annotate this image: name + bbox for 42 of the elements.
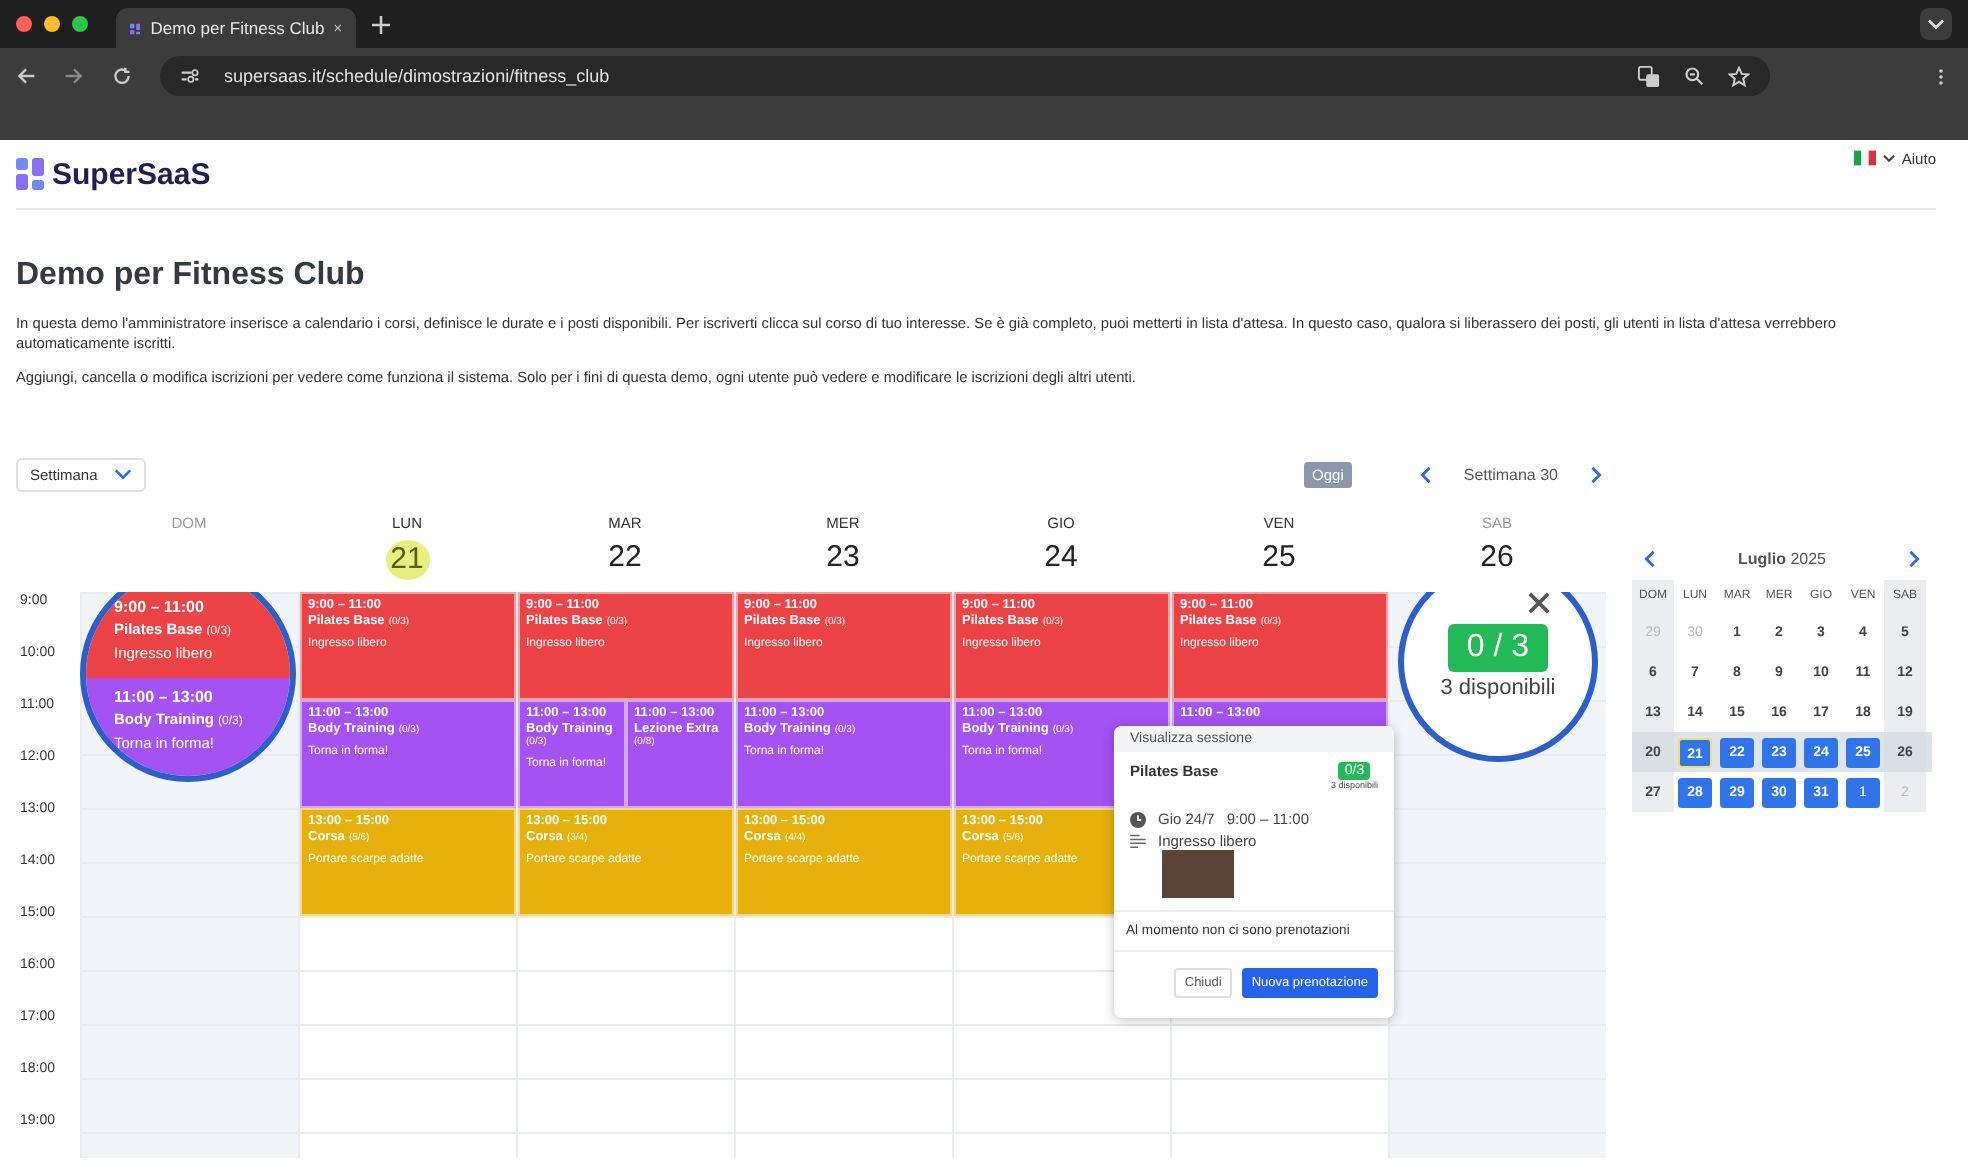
day-number: 26 xyxy=(1478,540,1516,574)
site-settings-icon[interactable] xyxy=(180,66,200,86)
day-number: 21 xyxy=(385,540,429,580)
week-label: Settimana 30 xyxy=(1463,465,1558,483)
bookmark-star-icon[interactable] xyxy=(1728,65,1750,87)
back-icon[interactable] xyxy=(16,66,36,86)
chevron-down-icon xyxy=(113,468,132,480)
event-time: 9:00 – 11:00 xyxy=(114,598,204,616)
close-tab-icon[interactable] xyxy=(334,20,342,36)
month-label: Luglio 2025 xyxy=(1737,549,1827,567)
description-icon xyxy=(1130,834,1146,848)
page-title: Demo per Fitness Club xyxy=(16,258,367,294)
browser-tab[interactable]: Demo per Fitness Club xyxy=(116,8,356,48)
previous-week-icon[interactable] xyxy=(1419,465,1432,483)
address-field[interactable]: supersaas.it/schedule/dimostrazioni/fitness_club xyxy=(160,56,1770,96)
flag-icon[interactable] xyxy=(1853,150,1876,166)
day-number: 23 xyxy=(824,540,862,574)
zoom-icon[interactable] xyxy=(1684,66,1704,86)
forward-icon[interactable] xyxy=(64,66,84,86)
capacity-badge: 0 / 3 xyxy=(1448,624,1548,672)
clock-icon xyxy=(1130,811,1146,827)
day-number: 25 xyxy=(1260,540,1298,574)
new-tab-icon[interactable] xyxy=(372,15,390,33)
day-number: 22 xyxy=(606,540,644,574)
translate-icon[interactable] xyxy=(1638,65,1660,87)
reload-icon[interactable] xyxy=(112,66,132,86)
day-number: 24 xyxy=(1042,540,1080,574)
previous-month-icon[interactable] xyxy=(1644,549,1656,567)
minimize-window-icon[interactable] xyxy=(44,16,60,32)
tab-list-icon[interactable] xyxy=(1920,8,1952,40)
logo-icon xyxy=(16,158,44,190)
photo-placeholder xyxy=(1162,850,1234,898)
next-week-icon[interactable] xyxy=(1590,465,1602,483)
logo-text[interactable]: SuperSaaS xyxy=(52,157,211,191)
caret-icon[interactable] xyxy=(1881,153,1896,163)
next-month-icon[interactable] xyxy=(1908,549,1920,567)
close-icon[interactable] xyxy=(1527,592,1549,614)
event-time: 11:00 – 13:00 xyxy=(114,688,213,707)
maximize-window-icon[interactable] xyxy=(72,16,88,32)
more-menu-icon[interactable] xyxy=(1938,65,1944,87)
close-window-icon[interactable] xyxy=(16,16,32,32)
availability-text: 3 disponibili xyxy=(1440,676,1556,700)
